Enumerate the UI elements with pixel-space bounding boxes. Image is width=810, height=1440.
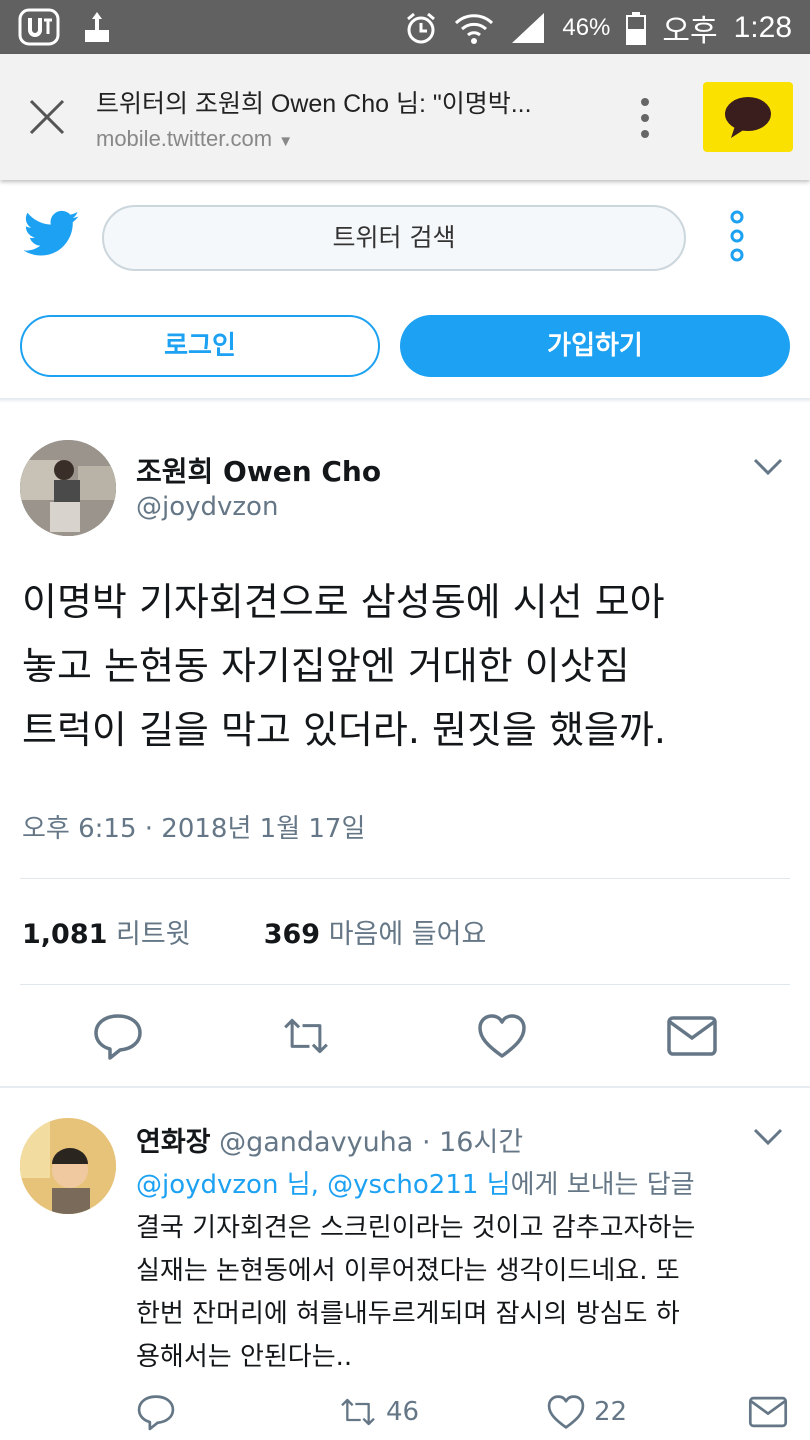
reply-age: 16시간 [439,1127,524,1158]
retweet-icon [341,1398,375,1426]
author-avatar[interactable] [20,440,116,536]
browser-url[interactable]: mobile.twitter.com ▼ [96,126,293,152]
reply-to-line: @joydvzon 님, @yscho211 님에게 보내는 답글 [136,1164,695,1201]
status-ampm: 오후 [662,15,718,48]
reply-text-line: 실재는 논현동에서 이루어졌다는 생각이드네요. 또 [136,1256,680,1286]
twitter-search-bar[interactable]: 트위터 검색 [102,205,686,271]
tweet-text-line: 놓고 논현동 자기집앞엔 거대한 이삿짐 [22,644,630,688]
twitter-bird-icon[interactable] [24,210,80,258]
close-icon[interactable] [28,98,66,136]
nav-divider [0,398,810,403]
app-notification-icon [18,8,60,46]
author-handle[interactable]: @joydvzon [136,492,278,522]
reply-icon [137,1395,175,1431]
wifi-icon [455,14,494,44]
reply-retweet-count: 46 [386,1397,420,1427]
reply-to-suffix: 에게 보내는 답글 [510,1170,695,1200]
mention-link[interactable]: @joydvzon 님, [136,1170,319,1200]
direct-message-icon [748,1396,788,1428]
url-dropdown-icon: ▼ [278,133,294,150]
tweet-text: 이명박 기자회견으로 삼성동에 시선 모아 놓고 논현동 자기집앞엔 거대한 이… [22,570,802,762]
author-photo [20,440,116,536]
meta-separator: · [421,1127,440,1158]
chevron-down-icon[interactable] [752,456,784,478]
signup-button[interactable]: 가입하기 [400,315,790,377]
tweet-date: 2018년 1월 17일 [161,814,366,844]
status-time: 1:28 [733,11,792,44]
more-options-icon[interactable] [630,96,660,140]
reply-like-count: 22 [594,1397,628,1427]
reply-text-line: 한번 잔머리에 혀를내두르게되며 잠시의 방심도 하 [136,1299,680,1329]
reply-like-button[interactable]: 22 [546,1392,627,1432]
tweet-time: 오후 6:15 [22,814,137,844]
battery-icon [626,12,647,45]
mention-link[interactable]: @yscho211 님 [327,1170,510,1200]
reply-retweet-button[interactable]: 46 [338,1392,419,1432]
alarm-icon [407,12,436,44]
reply-text: 결국 기자회견은 스크린이라는 것이고 감추고자하는 실재는 논현동에서 이루어… [136,1207,796,1379]
usb-notification-icon [85,12,109,42]
reply-author-photo [20,1118,116,1214]
like-count[interactable]: 369 [264,919,320,950]
reply-icon[interactable] [92,1010,144,1062]
browser-page-title: 트위터의 조원희 Owen Cho 님: "이명박... [96,90,532,118]
battery-percent: 46% [562,14,611,41]
section-divider [0,1086,810,1088]
status-bar: 46% 오후 1:28 [0,0,810,54]
like-icon [547,1395,585,1429]
reply-reply-button[interactable] [136,1392,176,1432]
kakao-talk-button[interactable] [703,82,793,152]
tweet-text-line: 트럭이 길을 막고 있더라. 뭔짓을 했을까. [22,708,666,752]
reply-author-handle[interactable]: @gandavyuha [219,1127,413,1158]
tweet-stats: 1,081 리트윗 369 마음에 들어요 [22,912,486,951]
retweet-label[interactable]: 리트윗 [116,919,191,950]
reply-text-line: 결국 기자회견은 스크린이라는 것이고 감추고자하는 [136,1213,696,1243]
reply-header: 연화장 @gandavyuha · 16시간 [136,1120,523,1159]
author-name[interactable]: 조원희 Owen Cho [136,450,381,490]
browser-url-text: mobile.twitter.com [96,126,273,151]
tweet-text-line: 이명박 기자회견으로 삼성동에 시선 모아 [22,580,665,624]
like-icon[interactable] [476,1010,528,1062]
divider [20,984,790,985]
chat-bubble-icon [725,97,771,138]
divider [20,878,790,879]
signal-icon [512,13,545,43]
retweet-icon[interactable] [280,1010,332,1062]
reply-text-line: 용해서는 안된다는.. [136,1342,353,1372]
login-button[interactable]: 로그인 [20,315,380,377]
twitter-more-icon[interactable] [722,210,752,262]
like-label[interactable]: 마음에 들어요 [329,919,487,950]
meta-separator: · [144,814,162,844]
tweet-timestamp: 오후 6:15 · 2018년 1월 17일 [22,808,365,845]
chevron-down-icon[interactable] [752,1126,784,1148]
reply-author-avatar[interactable] [20,1118,116,1214]
reply-message-button[interactable] [748,1392,788,1432]
browser-header: 트위터의 조원희 Owen Cho 님: "이명박... mobile.twit… [0,54,810,180]
retweet-count[interactable]: 1,081 [22,919,107,950]
direct-message-icon[interactable] [666,1010,718,1062]
reply-author-name[interactable]: 연화장 [136,1127,211,1158]
